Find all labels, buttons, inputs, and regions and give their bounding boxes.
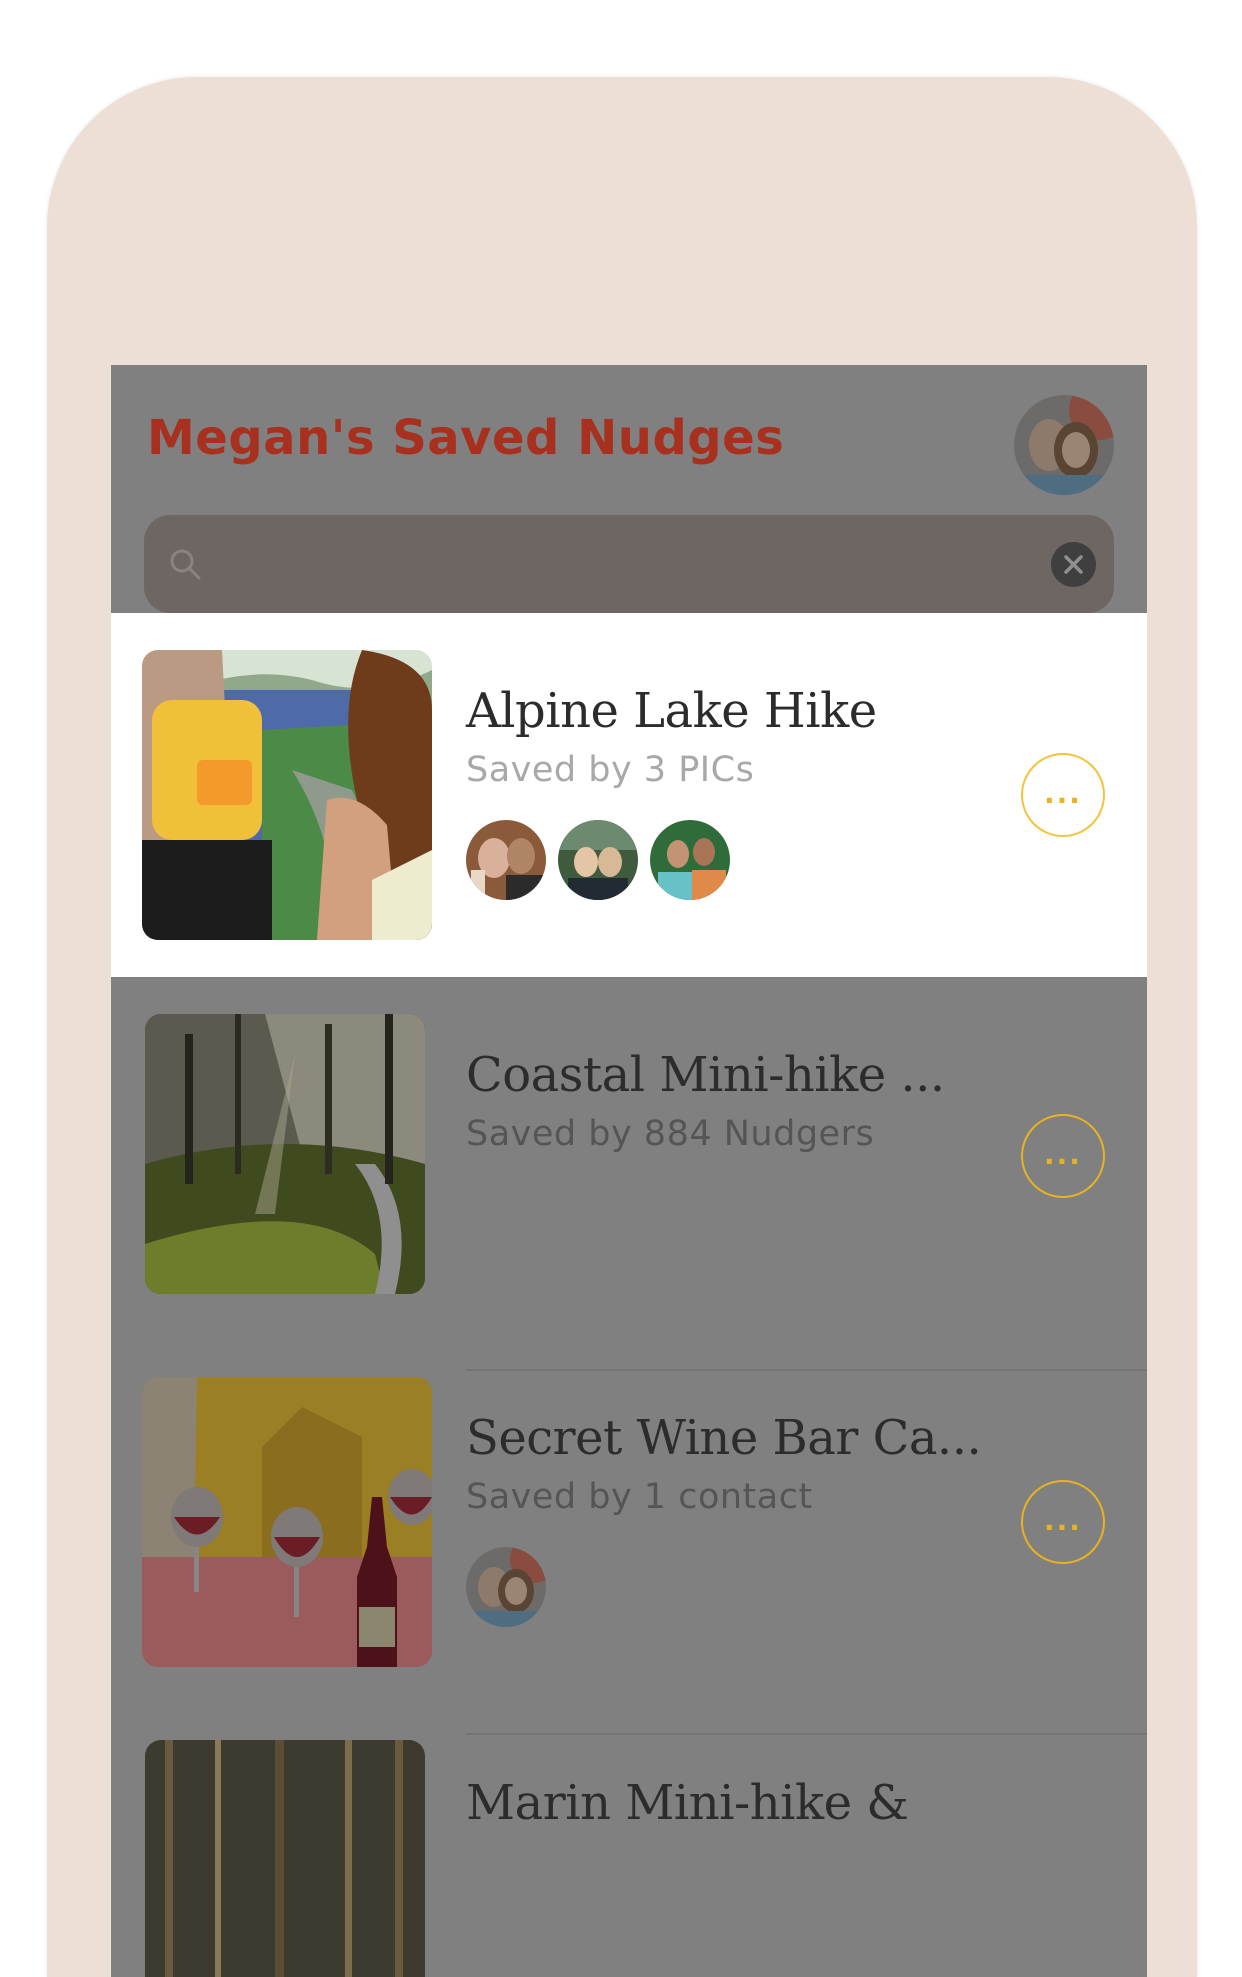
saved-by-label: Saved by 3 PICs	[466, 750, 755, 790]
nudge-card-marin-mini-hike[interactable]: Marin Mini-hike &	[111, 1705, 1147, 1977]
more-options-button[interactable]: ...	[1021, 753, 1105, 837]
saved-by-label: Saved by 884 Nudgers	[466, 1114, 875, 1154]
more-dots-icon: ...	[1044, 1138, 1082, 1171]
nudge-title: Secret Wine Bar Ca...	[466, 1410, 982, 1466]
nudge-title: Alpine Lake Hike	[466, 683, 877, 739]
profile-avatar[interactable]	[1014, 395, 1114, 495]
contact-avatar[interactable]	[650, 820, 730, 900]
nudge-thumbnail	[142, 1377, 432, 1667]
app-screen: Megan's Saved Nudges Alpine Lake Hike Sa…	[111, 365, 1147, 1977]
contact-avatar[interactable]	[466, 820, 546, 900]
nudge-card-coastal-mini-hike[interactable]: Coastal Mini-hike ... Saved by 884 Nudge…	[111, 977, 1147, 1341]
contact-avatar[interactable]	[466, 1547, 546, 1627]
nudge-title: Coastal Mini-hike ...	[466, 1047, 945, 1103]
search-bar[interactable]	[144, 515, 1114, 613]
phone-frame: Megan's Saved Nudges Alpine Lake Hike Sa…	[47, 77, 1197, 1977]
more-options-button[interactable]: ...	[1021, 1480, 1105, 1564]
clear-search-button[interactable]	[1051, 542, 1096, 587]
search-input[interactable]	[224, 533, 1028, 597]
contact-avatar[interactable]	[558, 820, 638, 900]
more-dots-icon: ...	[1044, 777, 1082, 810]
nudge-thumbnail	[145, 1014, 425, 1294]
nudge-card-secret-wine-bar[interactable]: Secret Wine Bar Ca... Saved by 1 contact…	[111, 1340, 1147, 1704]
page-title: Megan's Saved Nudges	[147, 410, 785, 466]
more-dots-icon: ...	[1044, 1504, 1082, 1537]
nudge-card-alpine-lake-hike[interactable]: Alpine Lake Hike Saved by 3 PICs ...	[111, 613, 1147, 977]
close-icon	[1064, 555, 1083, 574]
nudge-title: Marin Mini-hike &	[466, 1775, 909, 1831]
search-icon	[170, 549, 201, 580]
saved-by-label: Saved by 1 contact	[466, 1477, 813, 1517]
nudge-thumbnail	[145, 1740, 425, 1977]
more-options-button[interactable]: ...	[1021, 1114, 1105, 1198]
nudge-thumbnail	[142, 650, 432, 940]
